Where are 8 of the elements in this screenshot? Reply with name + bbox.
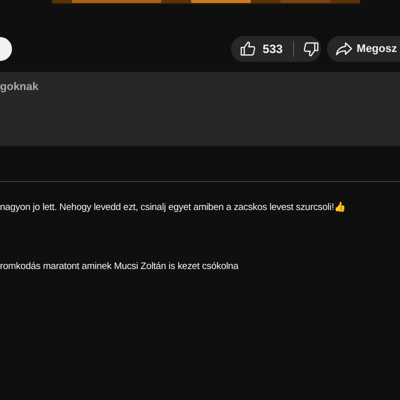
like-button[interactable]: 533 bbox=[230, 36, 283, 62]
thumbs-up-icon bbox=[238, 40, 257, 58]
share-button[interactable]: Megosz bbox=[326, 36, 400, 62]
share-icon bbox=[334, 40, 353, 58]
thumbs-down-icon bbox=[302, 40, 320, 58]
comment-text: nagyon jo lett. Nehogy levedd ezt, csinalj egyet amiben a zacskos levest szurcsoli!👍 bbox=[0, 201, 347, 213]
description-text: goknak bbox=[0, 81, 40, 93]
comment-text: romkodás maratont aminek Mucsi Zoltán is kezet csókolna bbox=[0, 261, 240, 272]
